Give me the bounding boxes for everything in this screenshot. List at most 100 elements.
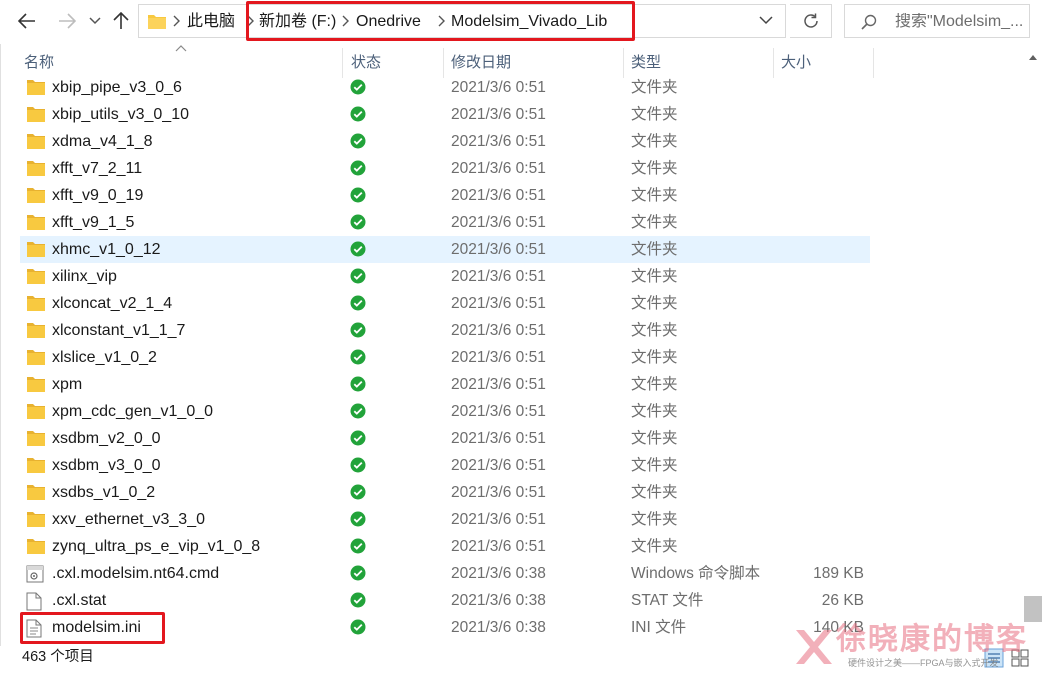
file-row[interactable]: zynq_ultra_ps_e_vip_v1_0_8 2021/3/6 0:51 文…: [20, 533, 870, 560]
file-date: 2021/3/6 0:51: [451, 268, 546, 285]
file-date: 2021/3/6 0:51: [451, 295, 546, 312]
file-name: xbip_utils_v3_0_10: [52, 106, 189, 123]
sync-ok-icon: [350, 538, 366, 559]
file-name: xilinx_vip: [52, 268, 117, 285]
sync-ok-icon: [350, 268, 366, 289]
sync-ok-icon: [350, 349, 366, 370]
sync-ok-icon: [350, 376, 366, 397]
file-name: xxv_ethernet_v3_3_0: [52, 511, 205, 528]
chevron-down-icon[interactable]: [759, 15, 773, 25]
file-date: 2021/3/6 0:51: [451, 484, 546, 501]
file-date: 2021/3/6 0:51: [451, 457, 546, 474]
file-row[interactable]: xlslice_v1_0_2 2021/3/6 0:51 文件夹: [20, 344, 870, 371]
folder-icon: [26, 457, 46, 479]
item-count: 463 个项目: [22, 649, 94, 665]
up-button[interactable]: [108, 8, 134, 34]
file-type: 文件夹: [631, 511, 678, 528]
file-name: xpm: [52, 376, 83, 393]
folder-icon: [26, 376, 46, 398]
folder-icon: [26, 106, 46, 128]
file-row[interactable]: xpm 2021/3/6 0:51 文件夹: [20, 371, 870, 398]
search-input[interactable]: 搜索"Modelsim_...: [895, 13, 1027, 31]
sync-ok-icon: [350, 214, 366, 235]
refresh-icon: [803, 13, 818, 28]
folder-icon: [26, 214, 46, 236]
file-row[interactable]: xpm_cdc_gen_v1_0_0 2021/3/6 0:51 文件夹: [20, 398, 870, 425]
column-header-status[interactable]: 状态: [351, 54, 381, 72]
file-type: 文件夹: [631, 349, 678, 366]
arrow-right-icon: [59, 13, 76, 29]
folder-icon: [26, 268, 46, 290]
scrollbar-thumb[interactable]: [1024, 596, 1042, 622]
file-row[interactable]: xlconstant_v1_1_7 2021/3/6 0:51 文件夹: [20, 317, 870, 344]
forward-button[interactable]: [54, 8, 80, 34]
navigation-bar: 此电脑 新加卷 (F:) Onedrive Modelsim_Vivado_Li…: [0, 0, 1046, 44]
folder-icon: [26, 511, 46, 533]
file-row[interactable]: xlconcat_v2_1_4 2021/3/6 0:51 文件夹: [20, 290, 870, 317]
file-row[interactable]: .cxl.stat 2021/3/6 0:38 STAT 文件 26 KB: [20, 587, 870, 614]
file-row[interactable]: xsdbs_v1_0_2 2021/3/6 0:51 文件夹: [20, 479, 870, 506]
file-date: 2021/3/6 0:38: [451, 592, 546, 609]
file-name: xbip_pipe_v3_0_6: [52, 79, 182, 96]
file-date: 2021/3/6 0:51: [451, 133, 546, 150]
file-row[interactable]: xfft_v9_0_19 2021/3/6 0:51 文件夹: [20, 182, 870, 209]
file-row[interactable]: .cxl.modelsim.nt64.cmd 2021/3/6 0:38 Windo…: [20, 560, 870, 587]
file-name: xfft_v9_1_5: [52, 214, 135, 231]
file-row[interactable]: xxv_ethernet_v3_3_0 2021/3/6 0:51 文件夹: [20, 506, 870, 533]
sync-ok-icon: [350, 295, 366, 316]
file-type: 文件夹: [631, 295, 678, 312]
scroll-up-arrow-icon[interactable]: [1028, 54, 1038, 61]
file-row[interactable]: xfft_v7_2_11 2021/3/6 0:51 文件夹: [20, 155, 870, 182]
file-type: 文件夹: [631, 187, 678, 204]
large-icons-view-button[interactable]: [1010, 648, 1030, 668]
file-name: xsdbs_v1_0_2: [52, 484, 156, 501]
column-header-date[interactable]: 修改日期: [451, 54, 511, 72]
sync-ok-icon: [350, 403, 366, 424]
file-type: 文件夹: [631, 538, 678, 555]
file-date: 2021/3/6 0:51: [451, 160, 546, 177]
file-row[interactable]: xdma_v4_1_8 2021/3/6 0:51 文件夹: [20, 128, 870, 155]
sync-ok-icon: [350, 160, 366, 181]
refresh-button[interactable]: [790, 4, 832, 38]
file-row[interactable]: xsdbm_v3_0_0 2021/3/6 0:51 文件夹: [20, 452, 870, 479]
sort-ascending-icon: [175, 45, 187, 52]
file-name: .cxl.modelsim.nt64.cmd: [52, 565, 220, 582]
file-date: 2021/3/6 0:51: [451, 403, 546, 420]
folder-icon: [26, 403, 46, 425]
search-box[interactable]: 搜索"Modelsim_...: [844, 4, 1030, 38]
sync-ok-icon: [350, 457, 366, 478]
file-size: 189 KB: [813, 565, 864, 582]
file-name: xdma_v4_1_8: [52, 133, 153, 150]
file-date: 2021/3/6 0:51: [451, 430, 546, 447]
sync-ok-icon: [350, 187, 366, 208]
file-row[interactable]: xbip_utils_v3_0_10 2021/3/6 0:51 文件夹: [20, 101, 870, 128]
breadcrumb-this-pc[interactable]: 此电脑: [187, 13, 235, 31]
file-row[interactable]: xilinx_vip 2021/3/6 0:51 文件夹: [20, 263, 870, 290]
back-button[interactable]: [14, 8, 40, 34]
column-divider[interactable]: [873, 48, 874, 78]
chevron-right-icon: [173, 15, 180, 27]
folder-icon: [148, 15, 166, 29]
sync-ok-icon: [350, 592, 366, 613]
file-type: INI 文件: [631, 619, 687, 636]
file-row[interactable]: xhmc_v1_0_12 2021/3/6 0:51 文件夹: [20, 236, 870, 263]
file-row[interactable]: xbip_pipe_v3_0_6 2021/3/6 0:51 文件夹: [20, 74, 870, 101]
file-name: xpm_cdc_gen_v1_0_0: [52, 403, 214, 420]
file-date: 2021/3/6 0:38: [451, 619, 546, 636]
column-header-type[interactable]: 类型: [631, 54, 661, 72]
details-view-button[interactable]: [984, 648, 1004, 668]
recent-locations-button[interactable]: [84, 8, 106, 34]
status-bar: 463 个项目: [0, 646, 1046, 674]
column-header-size[interactable]: 大小: [781, 54, 811, 72]
file-row[interactable]: xsdbm_v2_0_0 2021/3/6 0:51 文件夹: [20, 425, 870, 452]
file-highlight-box: [20, 612, 165, 644]
file-name: .cxl.stat: [52, 592, 107, 609]
file-name: xsdbm_v2_0_0: [52, 430, 161, 447]
file-row[interactable]: xfft_v9_1_5 2021/3/6 0:51 文件夹: [20, 209, 870, 236]
chevron-down-icon: [89, 17, 101, 25]
column-header-name[interactable]: 名称: [24, 54, 54, 72]
file-type: Windows 命令脚本: [631, 565, 761, 582]
folder-icon: [26, 322, 46, 344]
column-headers: 名称 状态 修改日期 类型 大小: [0, 44, 1020, 78]
vertical-scrollbar[interactable]: [1020, 44, 1046, 646]
